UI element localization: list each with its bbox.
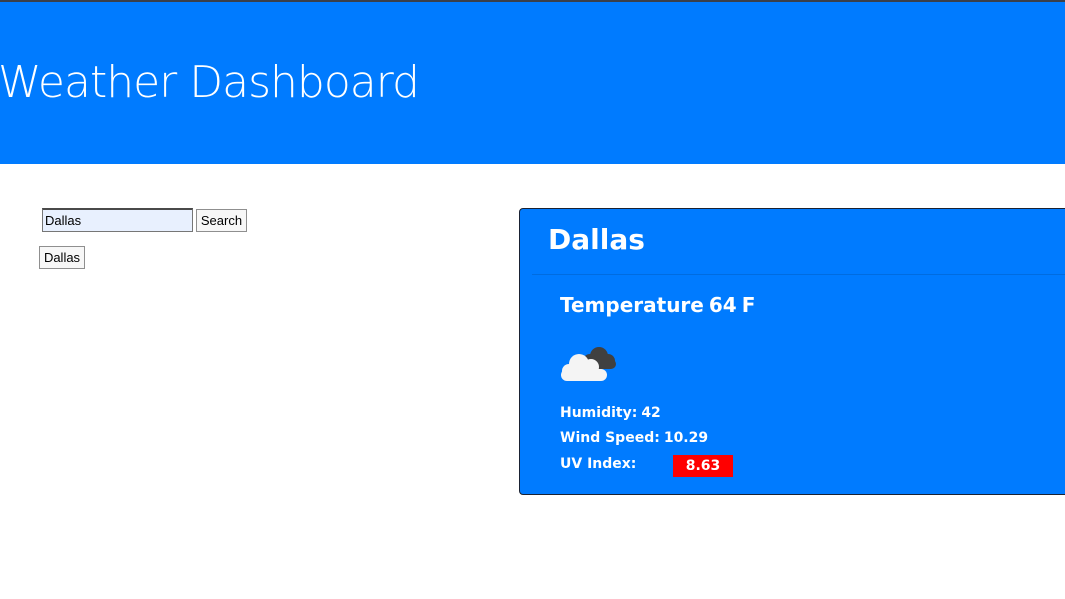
temperature-value: 64 xyxy=(708,293,737,317)
card-header: Dallas xyxy=(532,209,1065,275)
current-weather-card: Dallas Temperature 64 F Humidity: 42 Wind S… xyxy=(519,208,1065,495)
city-search-input[interactable] xyxy=(42,208,193,232)
uv-index-badge: 8.63 xyxy=(673,455,733,477)
page-header: Weather Dashboard xyxy=(0,2,1065,164)
wind-speed-row: Wind Speed: 10.29 xyxy=(560,429,708,447)
search-button[interactable]: Search xyxy=(196,209,247,232)
humidity-label: Humidity: xyxy=(560,405,638,421)
city-name: Dallas xyxy=(548,223,645,256)
humidity-row: Humidity: 42 xyxy=(560,404,661,422)
page-title: Weather Dashboard xyxy=(0,57,420,108)
temperature-readout: Temperature 64 F xyxy=(560,292,755,318)
humidity-value: 42 xyxy=(641,405,661,421)
wind-speed-value: 10.29 xyxy=(663,430,709,446)
cloud-icon xyxy=(561,347,616,381)
uv-index-label: UV Index: xyxy=(560,456,637,472)
history-item-dallas-button[interactable]: Dallas xyxy=(39,246,85,269)
temperature-unit: F xyxy=(741,293,756,317)
temperature-label: Temperature xyxy=(560,293,704,317)
wind-speed-label: Wind Speed: xyxy=(560,430,660,446)
